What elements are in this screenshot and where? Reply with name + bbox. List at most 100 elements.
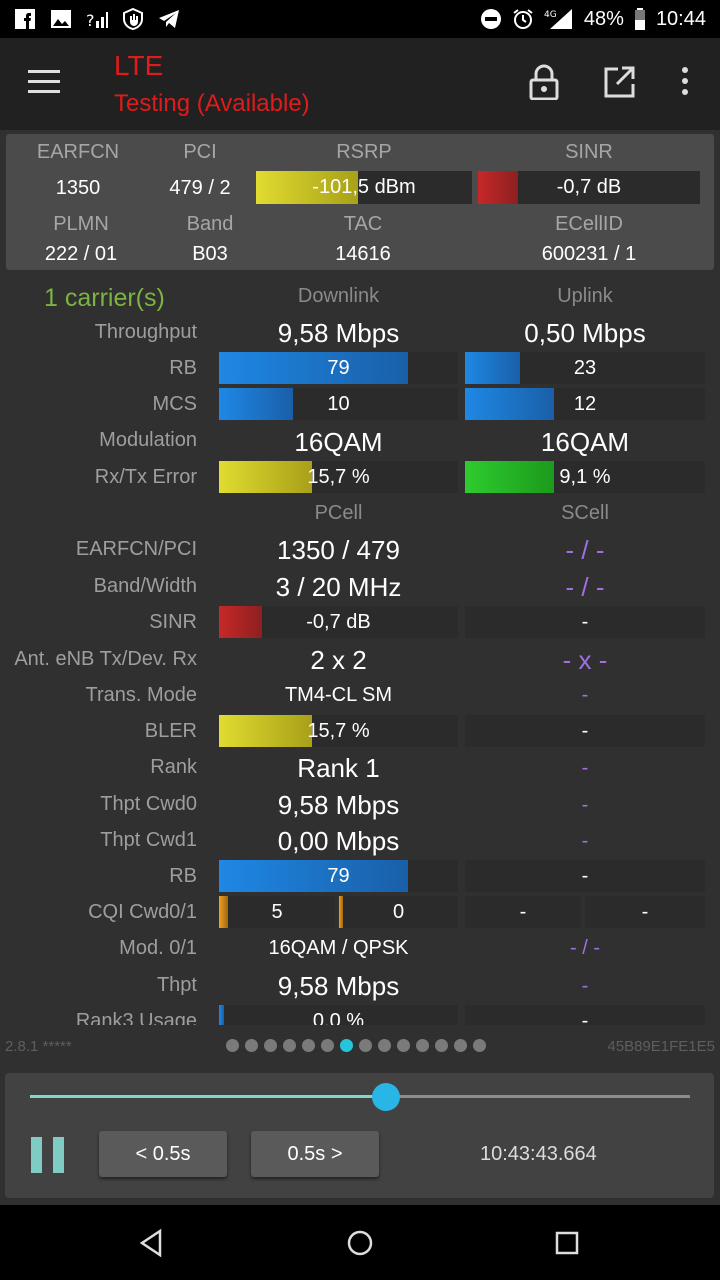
recents-icon[interactable] (551, 1227, 583, 1259)
rxtx-error-ul-bar: 9,1 % (465, 461, 705, 493)
rb-ul-value: 23 (573, 356, 597, 379)
shield-hand-icon (122, 8, 144, 30)
sinr-label: SINR (149, 611, 197, 633)
thpt-cwd1-label: Thpt Cwd1 (100, 829, 197, 851)
bler-pcell-value: 15,7 % (307, 719, 370, 742)
device-id: 45B89E1FE1E5 (607, 1038, 715, 1055)
system-nav-bar (0, 1205, 720, 1280)
page-dot[interactable] (473, 1039, 486, 1052)
page-dot[interactable] (245, 1039, 258, 1052)
image-icon (50, 8, 72, 30)
step-forward-button[interactable]: 0.5s > (251, 1131, 379, 1177)
earfcn-value: 1350 (55, 177, 101, 199)
mod-scell: - / - (570, 937, 600, 959)
mcs-ul-bar: 12 (465, 388, 705, 420)
app-bar: LTE Testing (Available) (0, 38, 720, 130)
pci-value: 479 / 2 (169, 177, 231, 199)
mcs-label: MCS (152, 393, 197, 415)
rsrp-bar: -101,5 dBm (256, 171, 472, 204)
page-dot[interactable] (264, 1039, 277, 1052)
cell-rb-scell-bar: - (465, 860, 705, 892)
mod-label: Mod. 0/1 (119, 937, 197, 959)
playback-controls: < 0.5s 0.5s > 10:43:43.664 (5, 1073, 714, 1198)
sinr-header: SINR (565, 141, 613, 163)
cqi-cwd1-scell-value: - (641, 900, 649, 923)
back-icon[interactable] (136, 1227, 168, 1259)
home-icon[interactable] (344, 1227, 376, 1259)
svg-text:?: ? (86, 11, 95, 29)
clock: 10:44 (655, 7, 706, 30)
throughput-label: Throughput (94, 321, 197, 343)
antennas-label: Ant. eNB Tx/Dev. Rx (14, 648, 197, 670)
mcs-dl-value: 10 (327, 392, 350, 415)
page-dot[interactable] (302, 1039, 315, 1052)
cell-rb-scell-value: - (581, 864, 589, 887)
rxtx-error-label: Rx/Tx Error (94, 466, 197, 488)
battery-percent: 48% (583, 7, 624, 30)
mcs-ul-value: 12 (573, 392, 597, 415)
trans-mode-scell: - (581, 684, 589, 706)
page-indicator[interactable] (226, 1039, 486, 1052)
rb-label: RB (169, 357, 197, 379)
bler-scell-bar: - (465, 715, 705, 747)
antennas-scell: - x - (562, 645, 608, 675)
version-label: 2.8.1 ***** (5, 1038, 72, 1055)
earfcn-pci-scell: - / - (565, 535, 605, 565)
antennas-pcell: 2 x 2 (310, 645, 367, 675)
sinr-bar: -0,7 dB (478, 171, 700, 204)
downlink-header: Downlink (297, 285, 380, 307)
page-dot[interactable] (359, 1039, 372, 1052)
ecellid-value: 600231 / 1 (541, 243, 637, 265)
cqi-cwd0-scell-value: - (519, 900, 527, 923)
signal-4g-icon: 4G (544, 8, 574, 30)
thpt-scell: - (581, 975, 589, 997)
more-vert-icon[interactable] (668, 64, 702, 100)
carrier-count: 1 carrier(s) (44, 284, 165, 312)
rb-dl-value: 79 (327, 356, 350, 379)
lock-icon[interactable] (527, 64, 561, 101)
scell-header: SCell (561, 502, 609, 524)
page-dot[interactable] (340, 1039, 353, 1052)
seek-progress (30, 1095, 387, 1098)
modulation-label: Modulation (99, 429, 197, 451)
sinr-pcell-bar: -0,7 dB (219, 606, 458, 638)
band-width-scell: - / - (565, 572, 605, 602)
cqi-cwd0-pcell-value: 5 (271, 900, 283, 923)
tac-header: TAC (343, 213, 383, 235)
rb-dl-bar: 79 (219, 352, 458, 384)
cqi-cwd1-scell-bar: - (585, 896, 705, 928)
menu-icon[interactable] (28, 70, 60, 94)
tac-value: 14616 (335, 243, 391, 265)
page-dot[interactable] (321, 1039, 334, 1052)
page-dot[interactable] (226, 1039, 239, 1052)
page-dot[interactable] (454, 1039, 467, 1052)
rsrp-value: -101,5 dBm (312, 176, 416, 198)
plmn-header: PLMN (53, 213, 109, 235)
pcell-header: PCell (314, 502, 363, 524)
page-dot[interactable] (283, 1039, 296, 1052)
do-not-disturb-icon (480, 8, 502, 30)
pause-icon[interactable] (31, 1137, 67, 1173)
earfcn-pci-pcell: 1350 / 479 (277, 535, 400, 565)
page-dot[interactable] (435, 1039, 448, 1052)
trans-mode-pcell: TM4-CL SM (284, 684, 393, 706)
bler-label: BLER (144, 720, 197, 742)
step-back-button[interactable]: < 0.5s (99, 1131, 227, 1177)
plmn-value: 222 / 01 (44, 243, 118, 265)
earfcn-pci-label: EARFCN/PCI (75, 538, 197, 560)
seek-thumb[interactable] (372, 1083, 401, 1111)
telegram-icon (158, 8, 180, 30)
page-dot[interactable] (397, 1039, 410, 1052)
sinr-pcell-value: -0,7 dB (306, 610, 371, 633)
mod-pcell: 16QAM / QPSK (268, 937, 409, 959)
page-dot[interactable] (416, 1039, 429, 1052)
band-width-label: Band/Width (93, 575, 197, 597)
cqi-cwd0-scell-bar: - (465, 896, 581, 928)
page-dot[interactable] (378, 1039, 391, 1052)
rxtx-error-dl-value: 15,7 % (307, 465, 370, 488)
cqi-cwd0-pcell-bar: 5 (219, 896, 335, 928)
uplink-header: Uplink (557, 285, 613, 307)
seek-slider[interactable] (30, 1095, 690, 1098)
open-external-icon[interactable] (602, 64, 636, 100)
thpt-label: Thpt (156, 974, 197, 996)
